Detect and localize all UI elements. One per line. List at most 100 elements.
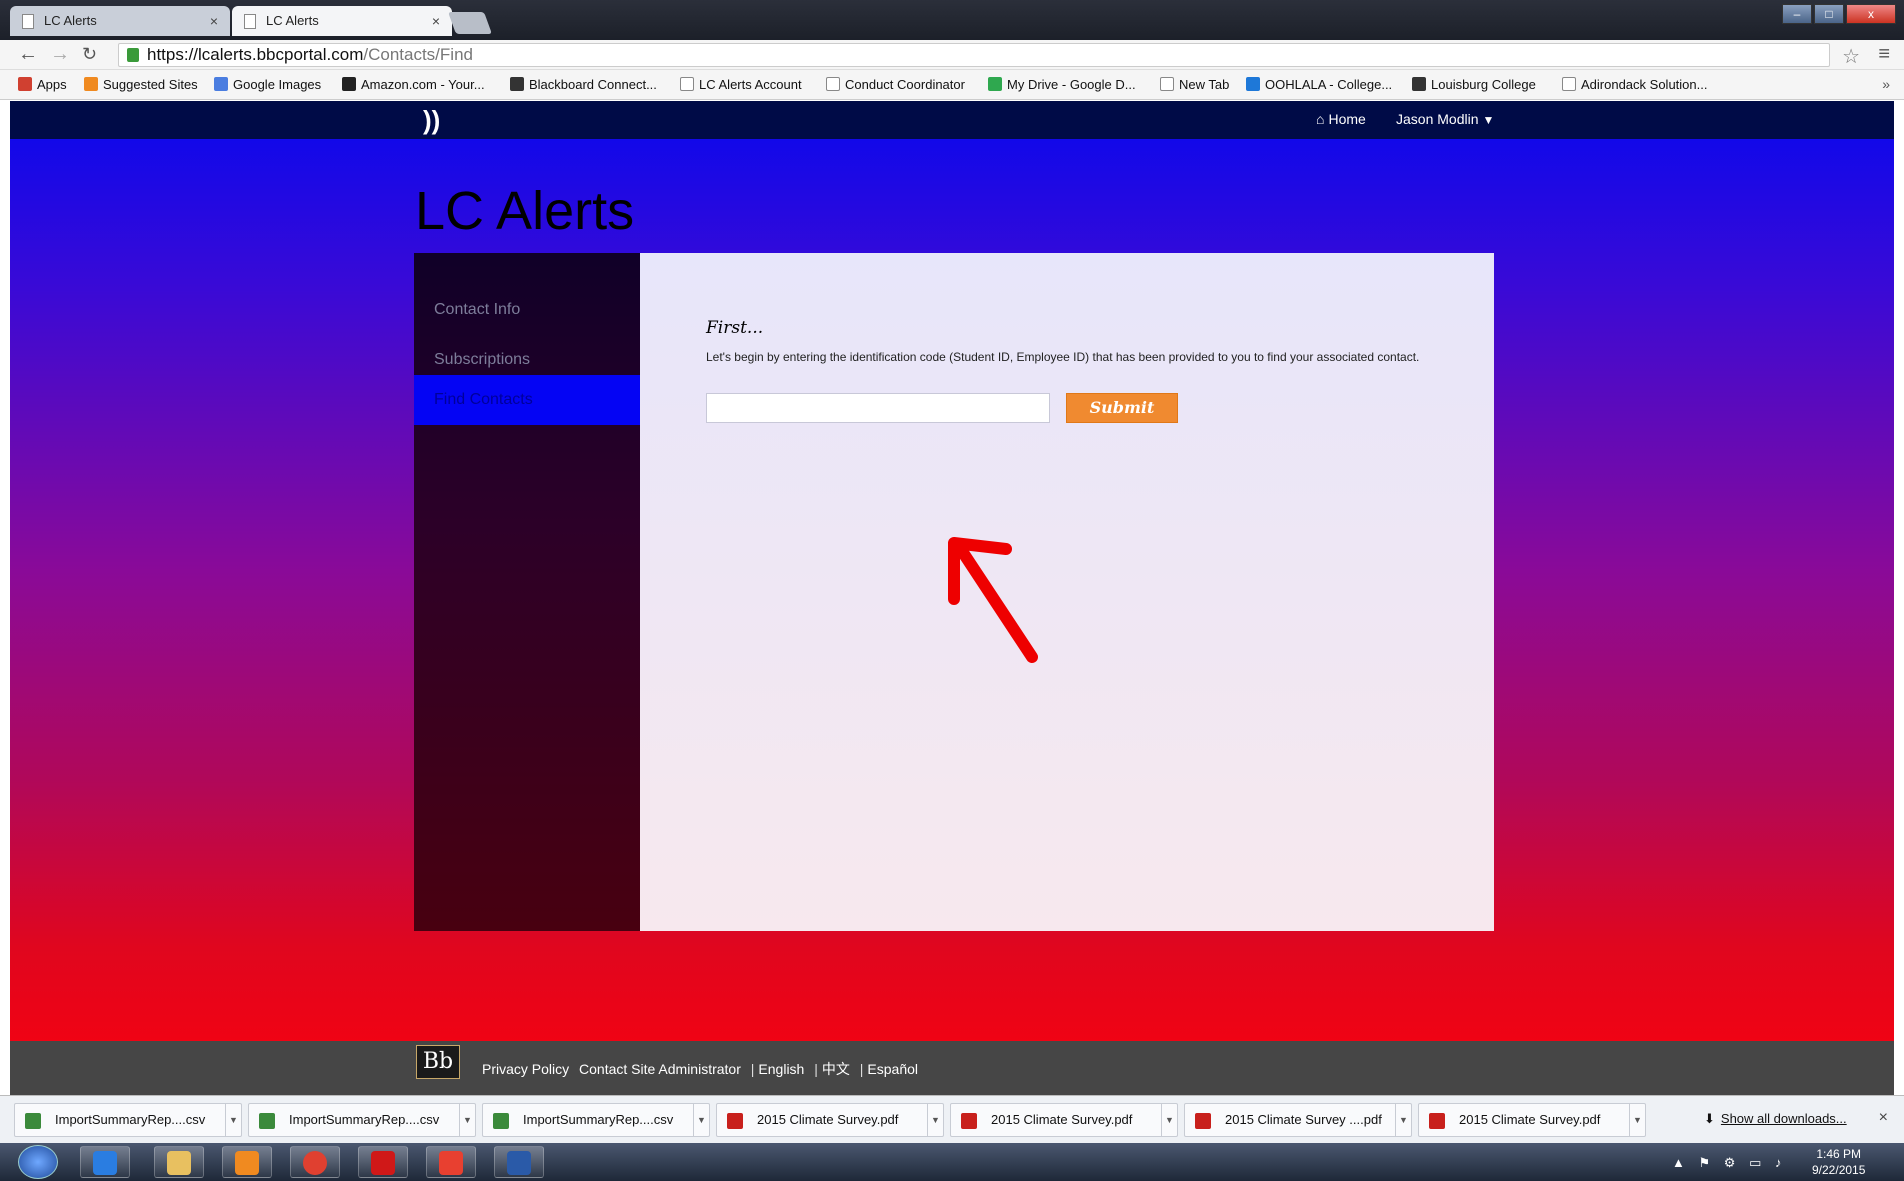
system-clock[interactable]: 1:46 PM 9/22/2015 bbox=[1812, 1146, 1865, 1178]
clock-time: 1:46 PM bbox=[1816, 1147, 1862, 1161]
nav-item-contact-info[interactable]: Contact Info bbox=[414, 285, 640, 335]
bookmark-item[interactable]: Louisburg College bbox=[1412, 77, 1536, 92]
bookmark-item[interactable]: Adirondack Solution... bbox=[1562, 77, 1707, 92]
taskbar-button[interactable] bbox=[494, 1146, 544, 1178]
caret-down-icon: ▼ bbox=[1482, 113, 1495, 127]
footer-links: Privacy Policy Contact Site Administrato… bbox=[482, 1061, 918, 1077]
address-bar[interactable]: https://lcalerts.bbcportal.com/Contacts/… bbox=[118, 43, 1830, 67]
download-item[interactable]: ImportSummaryRep....csv ▼ bbox=[14, 1103, 242, 1137]
download-item[interactable]: 2015 Climate Survey.pdf ▼ bbox=[950, 1103, 1178, 1137]
privacy-policy-link[interactable]: Privacy Policy bbox=[482, 1061, 569, 1077]
lock-icon bbox=[127, 48, 139, 62]
page-icon bbox=[1562, 77, 1576, 91]
page-viewport: )) ⌂ Home Jason Modlin ▼ LC Alerts Contact… bbox=[10, 101, 1894, 1095]
bookmark-item[interactable]: Apps bbox=[18, 77, 67, 92]
downloads-shelf: ImportSummaryRep....csv ▼ ImportSummaryRe… bbox=[0, 1095, 1904, 1143]
bookmark-item[interactable]: New Tab bbox=[1160, 77, 1229, 92]
site-topbar: )) ⌂ Home Jason Modlin ▼ bbox=[10, 101, 1894, 139]
show-hidden-icons-icon[interactable]: ▲ bbox=[1672, 1155, 1685, 1170]
csv-file-icon bbox=[493, 1113, 509, 1129]
taskbar-button[interactable] bbox=[426, 1146, 476, 1178]
windows-start-icon[interactable] bbox=[18, 1145, 58, 1179]
download-item[interactable]: 2015 Climate Survey.pdf ▼ bbox=[1418, 1103, 1646, 1137]
volume-icon[interactable]: ♪ bbox=[1775, 1155, 1782, 1170]
media-player-icon bbox=[235, 1151, 259, 1175]
browser-tab[interactable]: LC Alerts × bbox=[10, 6, 230, 36]
bookmark-star-icon[interactable]: ☆ bbox=[1842, 44, 1860, 69]
bookmark-item[interactable]: My Drive - Google D... bbox=[988, 77, 1136, 92]
download-menu-icon[interactable]: ▼ bbox=[1629, 1104, 1645, 1136]
language-english-link[interactable]: English bbox=[758, 1061, 804, 1077]
taskbar-button[interactable] bbox=[290, 1146, 340, 1178]
contact-admin-link[interactable]: Contact Site Administrator bbox=[579, 1061, 741, 1077]
new-tab-button[interactable] bbox=[447, 12, 493, 34]
bookmark-item[interactable]: Blackboard Connect... bbox=[510, 77, 657, 92]
close-window-icon[interactable]: x bbox=[1846, 4, 1896, 24]
clock-date: 9/22/2015 bbox=[1812, 1163, 1866, 1177]
url-host: https://lcalerts.bbcportal.com bbox=[147, 45, 364, 64]
forward-arrow-icon[interactable]: → bbox=[50, 44, 70, 64]
drive-icon bbox=[988, 77, 1002, 91]
maximize-icon[interactable]: □ bbox=[1814, 4, 1844, 24]
download-menu-icon[interactable]: ▼ bbox=[1395, 1104, 1411, 1136]
identification-code-input[interactable] bbox=[706, 393, 1050, 423]
back-arrow-icon[interactable]: ← bbox=[18, 44, 38, 64]
bookmark-item[interactable]: Google Images bbox=[214, 77, 321, 92]
reload-icon[interactable]: ↻ bbox=[82, 44, 97, 64]
google-icon bbox=[214, 77, 228, 91]
download-item[interactable]: ImportSummaryRep....csv ▼ bbox=[248, 1103, 476, 1137]
language-spanish-link[interactable]: Español bbox=[867, 1061, 918, 1077]
close-tab-icon[interactable]: × bbox=[210, 6, 218, 36]
minimize-icon[interactable]: – bbox=[1782, 4, 1812, 24]
site-footer: Bb Privacy Policy Contact Site Administr… bbox=[10, 1041, 1894, 1095]
download-item[interactable]: ImportSummaryRep....csv ▼ bbox=[482, 1103, 710, 1137]
language-chinese-link[interactable]: 中文 bbox=[822, 1061, 850, 1077]
page-icon bbox=[22, 14, 34, 29]
system-tray: ▲ ⚑ ⚙ ▭ ♪ bbox=[1672, 1155, 1781, 1171]
download-menu-icon[interactable]: ▼ bbox=[225, 1104, 241, 1136]
bookmarks-bar: Apps Suggested Sites Google Images Amazo… bbox=[0, 70, 1904, 100]
csv-file-icon bbox=[259, 1113, 275, 1129]
page-icon bbox=[244, 14, 256, 29]
show-all-downloads-link[interactable]: ⬇ Show all downloads... bbox=[1704, 1111, 1847, 1127]
word-icon bbox=[507, 1151, 531, 1175]
action-center-flag-icon[interactable]: ⚑ bbox=[1699, 1155, 1711, 1170]
user-menu[interactable]: Jason Modlin ▼ bbox=[1396, 111, 1494, 127]
home-link[interactable]: ⌂ Home bbox=[1316, 111, 1366, 127]
bookmark-item[interactable]: OOHLALA - College... bbox=[1246, 77, 1392, 92]
taskbar-button[interactable] bbox=[358, 1146, 408, 1178]
nav-item-find-contacts[interactable]: Find Contacts bbox=[414, 375, 652, 425]
annotation-arrow-icon bbox=[948, 537, 1038, 663]
download-menu-icon[interactable]: ▼ bbox=[693, 1104, 709, 1136]
display-icon[interactable]: ▭ bbox=[1749, 1155, 1761, 1170]
bookmark-item[interactable]: Amazon.com - Your... bbox=[342, 77, 485, 92]
download-menu-icon[interactable]: ▼ bbox=[927, 1104, 943, 1136]
menu-icon[interactable]: ≡ bbox=[1878, 43, 1890, 66]
gmail-icon bbox=[439, 1151, 463, 1175]
pdf-file-icon bbox=[1429, 1113, 1445, 1129]
taskbar-button[interactable] bbox=[154, 1146, 204, 1178]
acrobat-icon bbox=[371, 1151, 395, 1175]
page-icon bbox=[826, 77, 840, 91]
taskbar-button[interactable] bbox=[80, 1146, 130, 1178]
more-bookmarks-icon[interactable]: » bbox=[1882, 76, 1890, 92]
chrome-icon bbox=[303, 1151, 327, 1175]
site-logo[interactable]: )) bbox=[423, 105, 440, 136]
close-tab-icon[interactable]: × bbox=[432, 6, 440, 36]
network-icon[interactable]: ⚙ bbox=[1724, 1155, 1736, 1170]
bookmark-item[interactable]: LC Alerts Account bbox=[680, 77, 802, 92]
suggested-sites-icon bbox=[84, 77, 98, 91]
taskbar-button[interactable] bbox=[222, 1146, 272, 1178]
download-menu-icon[interactable]: ▼ bbox=[459, 1104, 475, 1136]
bookmark-item[interactable]: Suggested Sites bbox=[84, 77, 198, 92]
browser-tab-active[interactable]: LC Alerts × bbox=[232, 6, 452, 36]
windows-taskbar: ▲ ⚑ ⚙ ▭ ♪ 1:46 PM 9/22/2015 bbox=[0, 1143, 1904, 1181]
window-controls: – □ x bbox=[1782, 4, 1896, 24]
download-menu-icon[interactable]: ▼ bbox=[1161, 1104, 1177, 1136]
bookmark-item[interactable]: Conduct Coordinator bbox=[826, 77, 965, 92]
submit-button[interactable]: Submit bbox=[1066, 393, 1178, 423]
download-item[interactable]: 2015 Climate Survey ....pdf ▼ bbox=[1184, 1103, 1412, 1137]
close-shelf-icon[interactable]: × bbox=[1879, 1109, 1888, 1127]
page-icon bbox=[1160, 77, 1174, 91]
download-item[interactable]: 2015 Climate Survey.pdf ▼ bbox=[716, 1103, 944, 1137]
